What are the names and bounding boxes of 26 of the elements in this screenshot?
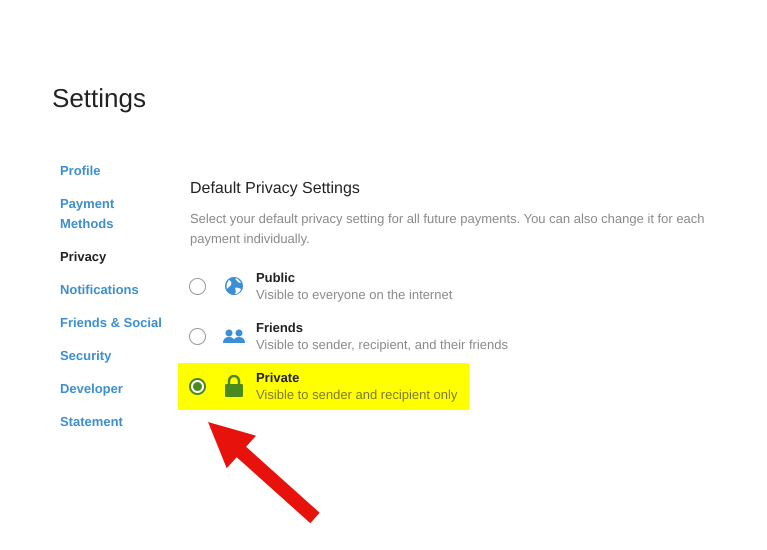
option-title: Private — [256, 369, 300, 386]
option-description: Visible to sender and recipient only — [256, 386, 458, 403]
option-title: Public — [256, 269, 296, 286]
option-description: Visible to everyone on the internet — [256, 286, 452, 303]
option-row[interactable]: Friends Visible to sender, recipient, and their friends — [178, 313, 520, 360]
globe-icon — [224, 276, 244, 296]
sidebar-link[interactable]: Developer — [60, 379, 166, 399]
page-title: Settings — [52, 82, 147, 114]
sidebar-link[interactable]: Profile — [60, 161, 166, 181]
sidebar-link[interactable]: Statement — [60, 412, 166, 432]
radio-button[interactable] — [189, 328, 206, 344]
section-heading: Default Privacy Settings — [190, 179, 361, 199]
sidebar-link[interactable]: Friends & Social — [60, 313, 166, 333]
sidebar-link[interactable]: Security — [60, 346, 166, 366]
lock-icon — [225, 375, 243, 397]
sidebar-link[interactable]: Notifications — [60, 280, 166, 300]
people-icon — [223, 328, 245, 344]
radio-button[interactable] — [189, 278, 206, 294]
sidebar-link[interactable]: Payment Methods — [60, 194, 166, 234]
radio-button[interactable] — [189, 378, 206, 394]
option-row[interactable]: Public Visible to everyone on the internet — [178, 263, 464, 310]
sidebar-link[interactable]: Privacy — [60, 247, 166, 267]
section-description: Select your default privacy setting for all future payments. You can also change it for each payment individually. — [190, 210, 706, 248]
option-row[interactable]: Private Visible to sender and recipient only — [178, 363, 470, 410]
option-title: Friends — [256, 319, 304, 336]
option-description: Visible to sender, recipient, and their friends — [256, 336, 508, 353]
